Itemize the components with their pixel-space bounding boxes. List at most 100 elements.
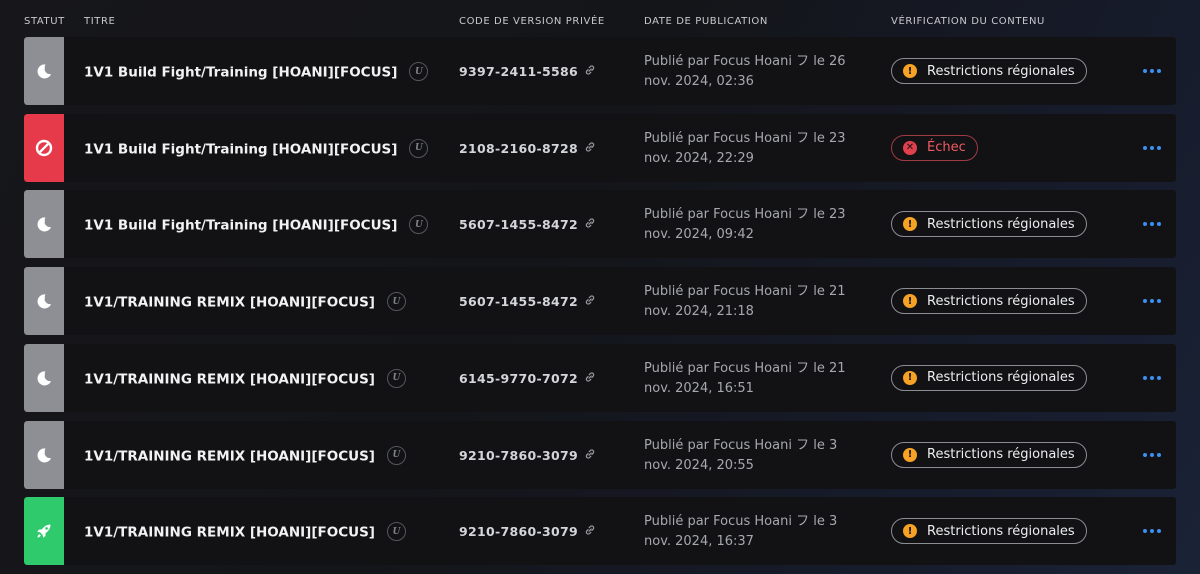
table-row[interactable]: 1V1 Build Fight/Training [HOANI][FOCUS] U… [24,37,1176,105]
table-header: STATUT TITRE CODE DE VERSION PRIVÉE DATE… [0,0,1200,36]
moon-icon [34,368,54,388]
verification-badge[interactable]: ! Restrictions régionales [891,288,1087,315]
private-version-code[interactable]: 9210-7860-3079 [459,524,596,540]
status-indicator [24,343,64,412]
published-date-line: nov. 2024, 16:37 [644,534,754,550]
link-icon[interactable] [584,524,596,539]
more-options-button[interactable] [1138,290,1166,312]
table-row[interactable]: 1V1 Build Fight/Training [HOANI][FOCUS] U… [24,113,1176,182]
published-by-line: Publié par Focus Hoani フ le 3 [644,437,838,453]
more-dot [1157,69,1161,73]
version-code-text: 6145-9770-7072 [459,370,578,386]
publication-date: Publié par Focus Hoani フ le 23 nov. 2024,… [644,129,874,169]
table-row[interactable]: 1V1/TRAINING REMIX [HOANI][FOCUS] U 9210-7… [24,420,1176,489]
warning-icon: ! [903,217,917,232]
verification-badge[interactable]: ! Restrictions régionales [891,518,1087,545]
verification-badge[interactable]: ! Restrictions régionales [891,441,1087,468]
status-indicator [24,420,64,489]
private-version-code[interactable]: 9397-2411-5586 [459,64,596,80]
verification-badge[interactable]: ✕ Échec [891,134,978,161]
row-title-text: 1V1/TRAINING REMIX [HOANI][FOCUS] [84,371,375,388]
publication-date: Publié par Focus Hoani フ le 3 nov. 2024, … [644,436,874,476]
published-by-line: Publié par Focus Hoani フ le 23 [644,130,846,146]
warning-icon: ! [903,524,917,539]
link-icon[interactable] [584,294,596,309]
publication-date: Publié par Focus Hoani フ le 23 nov. 2024,… [644,205,874,245]
more-dot [1143,145,1147,150]
private-version-code[interactable]: 6145-9770-7072 [459,371,596,387]
verification-label: Restrictions régionales [927,370,1075,386]
verification-label: Restrictions régionales [927,447,1075,462]
published-by-line: Publié par Focus Hoani フ le 3 [644,514,838,530]
row-title[interactable]: 1V1/TRAINING REMIX [HOANI][FOCUS] U [84,445,406,466]
link-icon[interactable] [584,141,596,156]
version-code-text: 9210-7860-3079 [459,447,578,463]
more-dot [1150,299,1154,304]
more-dot [1143,69,1147,73]
link-icon[interactable] [584,448,596,463]
unreal-engine-icon: U [409,62,429,81]
table-row[interactable]: 1V1 Build Fight/Training [HOANI][FOCUS] U… [24,190,1176,259]
table-row[interactable]: 1V1/TRAINING REMIX [HOANI][FOCUS] U 6145-9… [24,343,1176,412]
link-icon[interactable] [584,217,596,232]
more-options-button[interactable] [1138,60,1166,82]
row-title-text: 1V1 Build Fight/Training [HOANI][FOCUS] [84,141,398,158]
unreal-engine-icon: U [386,368,406,388]
moon-icon [34,61,54,81]
status-indicator [24,267,64,336]
table-row[interactable]: 1V1/TRAINING REMIX [HOANI][FOCUS] U 9210-7… [24,497,1176,566]
status-indicator [24,37,64,105]
publication-date: Publié par Focus Hoani フ le 3 nov. 2024, … [644,512,874,552]
moon-icon [34,445,54,465]
more-options-button[interactable] [1138,520,1166,542]
verification-label: Échec [927,140,966,156]
row-title[interactable]: 1V1/TRAINING REMIX [HOANI][FOCUS] U [84,368,406,389]
verification-label: Restrictions régionales [927,523,1075,539]
verification-badge[interactable]: ! Restrictions régionales [891,58,1087,84]
header-title: TITRE [84,16,116,27]
verification-label: Restrictions régionales [927,216,1075,232]
published-date-line: nov. 2024, 20:55 [644,457,754,473]
more-dot [1157,529,1161,534]
row-title-text: 1V1 Build Fight/Training [HOANI][FOCUS] [84,217,398,234]
row-title-text: 1V1 Build Fight/Training [HOANI][FOCUS] [84,64,398,81]
row-title[interactable]: 1V1/TRAINING REMIX [HOANI][FOCUS] U [84,292,406,312]
more-options-button[interactable] [1138,137,1166,159]
row-title[interactable]: 1V1 Build Fight/Training [HOANI][FOCUS] U [84,62,429,82]
published-date-line: nov. 2024, 02:36 [644,74,754,89]
row-title[interactable]: 1V1 Build Fight/Training [HOANI][FOCUS] U [84,215,429,235]
row-title[interactable]: 1V1/TRAINING REMIX [HOANI][FOCUS] U [84,522,406,542]
published-date-line: nov. 2024, 16:51 [644,380,754,396]
table-row[interactable]: 1V1/TRAINING REMIX [HOANI][FOCUS] U 5607-1… [24,267,1176,336]
verification-badge[interactable]: ! Restrictions régionales [891,211,1087,238]
header-verification: VÉRIFICATION DU CONTENU [891,16,1045,27]
private-version-code[interactable]: 2108-2160-8728 [459,141,596,157]
unreal-engine-icon: U [386,292,406,312]
versions-table: STATUT TITRE CODE DE VERSION PRIVÉE DATE… [0,0,1200,574]
private-version-code[interactable]: 5607-1455-8472 [459,294,596,310]
private-version-code[interactable]: 5607-1455-8472 [459,217,596,233]
published-by-line: Publié par Focus Hoani フ le 21 [644,284,846,300]
moon-icon [34,291,54,311]
link-icon[interactable] [584,371,596,386]
row-title-text: 1V1/TRAINING REMIX [HOANI][FOCUS] [84,294,375,311]
more-dot [1143,452,1147,457]
more-dot [1150,375,1154,380]
moon-icon [34,214,54,234]
unreal-engine-icon: U [386,445,406,465]
more-dot [1157,452,1161,457]
more-dot [1143,529,1147,534]
more-dot [1157,145,1161,150]
unreal-engine-icon: U [409,215,429,235]
more-options-button[interactable] [1138,213,1166,235]
private-version-code[interactable]: 9210-7860-3079 [459,448,596,464]
verification-badge[interactable]: ! Restrictions régionales [891,364,1087,391]
row-title[interactable]: 1V1 Build Fight/Training [HOANI][FOCUS] U [84,138,429,159]
warning-icon: ! [903,370,917,385]
more-options-button[interactable] [1138,444,1166,466]
link-icon[interactable] [584,64,596,79]
row-title-text: 1V1/TRAINING REMIX [HOANI][FOCUS] [84,448,375,464]
row-title-text: 1V1/TRAINING REMIX [HOANI][FOCUS] [84,524,375,541]
more-options-button[interactable] [1138,367,1166,389]
published-by-line: Publié par Focus Hoani フ le 23 [644,207,846,223]
